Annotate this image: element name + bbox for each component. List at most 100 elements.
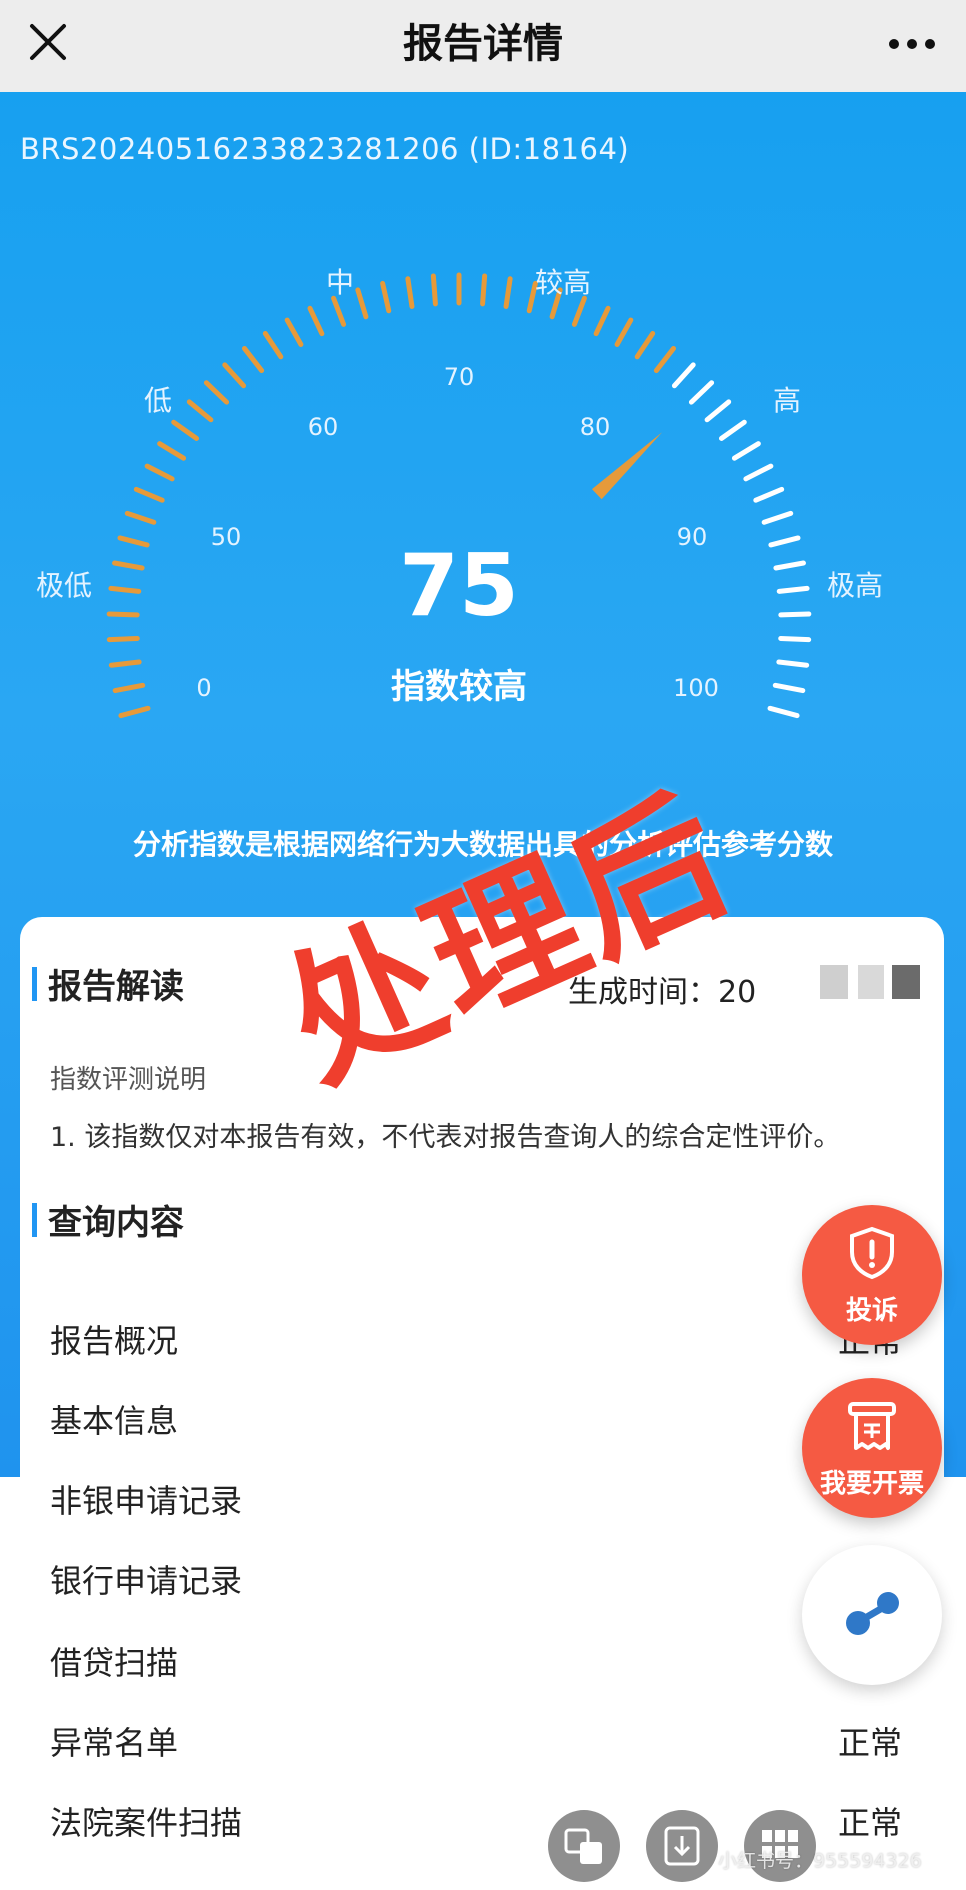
gauge-tick-mark xyxy=(778,635,812,643)
gauge-status: 指数较高 xyxy=(391,667,527,707)
gauge-ticks xyxy=(106,272,812,719)
gauge-tick-mark xyxy=(380,280,392,314)
list-item[interactable]: 基本信息 xyxy=(50,1390,932,1450)
item-name: 非银申请记录 xyxy=(50,1482,243,1520)
complaint-button[interactable]: 投诉 xyxy=(802,1205,942,1345)
item-name: 报告概况 xyxy=(50,1322,179,1360)
gauge-tick-50: 50 xyxy=(211,523,242,551)
gauge-tick-mark xyxy=(776,659,810,668)
gauge-tick-mark xyxy=(355,287,369,320)
gauge-tick-mark xyxy=(480,273,488,307)
gauge-tick-mark xyxy=(743,463,774,482)
shield-alert-icon xyxy=(850,1226,894,1280)
gauge-tick-90: 90 xyxy=(677,523,708,551)
gauge-tick-mark xyxy=(203,380,230,405)
gauge-tick-mark xyxy=(773,560,806,571)
section-title-interpretation: 报告解读 xyxy=(32,959,184,1008)
invoice-button[interactable]: 我要开票 xyxy=(802,1378,942,1518)
gauge-tick-mark xyxy=(405,276,415,309)
translate-icon xyxy=(564,1828,602,1864)
gauge-level-very-low: 极低 xyxy=(36,569,92,602)
receipt-icon xyxy=(848,1402,896,1450)
download-icon xyxy=(664,1826,700,1866)
gauge-level-very-high: 极高 xyxy=(827,569,883,602)
gauge-tick-mark xyxy=(778,611,812,618)
share-button[interactable] xyxy=(802,1545,942,1685)
complaint-label: 投诉 xyxy=(845,1296,898,1326)
more-options-icon[interactable] xyxy=(882,18,942,70)
section-title-query-content: 查询内容 xyxy=(32,1195,184,1244)
gauge-tick-0: 0 xyxy=(196,674,211,702)
gauge-level-higher: 较高 xyxy=(535,266,591,299)
item-name: 异常名单 xyxy=(50,1724,179,1762)
gauge-tick-mark xyxy=(768,535,801,548)
score-gauge: 极低 低 中 较高 高 极高 0 50 60 70 80 90 100 75 指… xyxy=(36,266,883,719)
gauge-tick-mark xyxy=(331,295,347,327)
gauge-tick-mark xyxy=(688,380,715,405)
item-status: 正常 xyxy=(837,1724,902,1762)
page-title: 报告详情 xyxy=(403,21,563,67)
gauge-level-high: 高 xyxy=(773,384,801,417)
report-id: BRS20240516233823281206 (ID:18164) xyxy=(20,132,630,166)
list-item[interactable]: 借贷扫描 正常 xyxy=(50,1632,932,1692)
gauge-tick-mark xyxy=(634,330,656,360)
invoice-label: 我要开票 xyxy=(819,1469,924,1499)
download-button[interactable] xyxy=(646,1810,718,1882)
item-name: 法院案件扫描 xyxy=(50,1804,243,1842)
gauge-tick-mark xyxy=(106,611,140,618)
redacted-block xyxy=(858,965,884,999)
gauge-tick-mark xyxy=(776,585,810,594)
gauge-tick-mark xyxy=(772,682,806,694)
gauge-tick-mark xyxy=(144,463,175,482)
list-item[interactable]: 报告概况 正常 xyxy=(50,1310,932,1370)
gauge-tick-mark xyxy=(241,345,265,374)
gauge-needle xyxy=(592,432,663,500)
source-watermark: 小红书号：955594326 xyxy=(718,1850,922,1872)
gauge-tick-mark xyxy=(284,317,304,347)
gauge-tick-mark xyxy=(430,273,438,307)
gauge-tick-mark xyxy=(112,682,146,694)
gauge-level-low: 低 xyxy=(144,384,172,417)
share-icon xyxy=(846,1592,899,1635)
gauge-tick-mark xyxy=(133,486,165,503)
gauge-tick-80: 80 xyxy=(580,413,611,441)
gauge-tick-mark xyxy=(761,510,794,525)
gauge-tick-mark xyxy=(108,585,142,594)
gauge-tick-mark xyxy=(704,399,732,423)
gauge-needle-pointer xyxy=(592,432,663,500)
redacted-block xyxy=(892,965,920,999)
gauge-tick-mark xyxy=(503,276,513,309)
gauge-tick-mark xyxy=(262,330,284,360)
item-name: 基本信息 xyxy=(50,1402,179,1440)
gauge-tick-mark xyxy=(106,635,140,643)
gauge-tick-mark xyxy=(753,486,785,503)
gauge-tick-mark xyxy=(186,399,214,423)
list-item[interactable]: 异常名单 正常 xyxy=(50,1712,932,1772)
item-name: 银行申请记录 xyxy=(50,1562,243,1600)
gauge-tick-70: 70 xyxy=(444,363,475,391)
gauge-tick-mark xyxy=(124,510,157,525)
gauge-tick-60: 60 xyxy=(308,413,339,441)
gauge-tick-mark xyxy=(731,441,761,461)
translate-button[interactable] xyxy=(548,1810,620,1882)
gauge-level-medium: 中 xyxy=(326,266,354,299)
item-name: 借贷扫描 xyxy=(50,1644,179,1682)
top-navbar: 报告详情 xyxy=(0,0,966,93)
gauge-tick-mark xyxy=(718,419,747,441)
gauge-tick-mark xyxy=(222,362,247,389)
gauge-tick-mark xyxy=(307,305,325,337)
gauge-tick-mark xyxy=(571,295,587,327)
gauge-tick-mark xyxy=(157,441,187,461)
gauge-tick-mark xyxy=(117,535,150,548)
gauge-tick-mark xyxy=(653,345,677,374)
gauge-tick-mark xyxy=(112,560,145,571)
gauge-tick-mark xyxy=(118,705,151,719)
list-item[interactable]: 非银申请记录 xyxy=(50,1470,932,1530)
gauge-tick-mark xyxy=(671,362,696,389)
gauge-tick-mark xyxy=(593,305,611,337)
gauge-tick-mark xyxy=(614,317,634,347)
gauge-tick-mark xyxy=(767,705,800,719)
gauge-tick-mark xyxy=(108,659,142,668)
item-status: 正常 xyxy=(837,1804,902,1842)
list-item[interactable]: 银行申请记录 xyxy=(50,1550,932,1610)
